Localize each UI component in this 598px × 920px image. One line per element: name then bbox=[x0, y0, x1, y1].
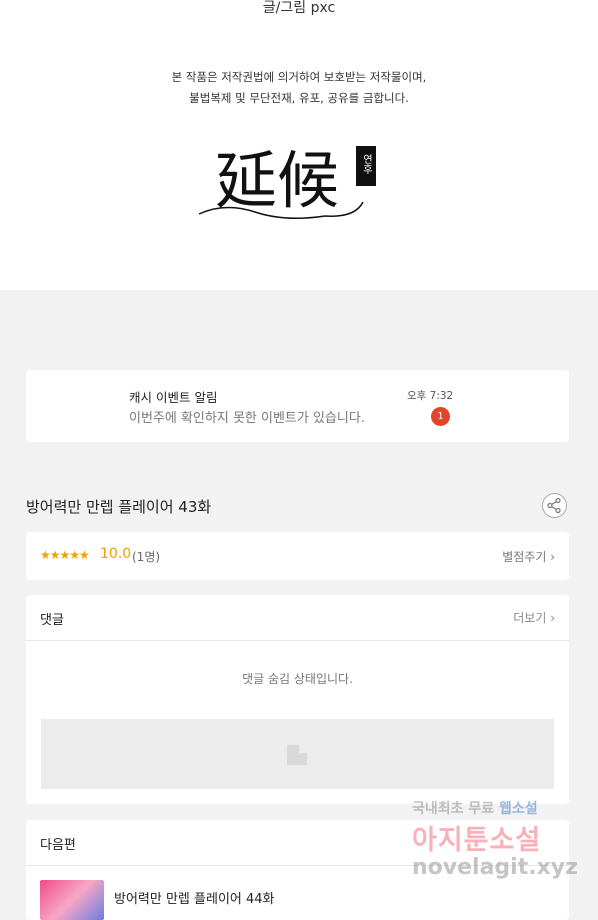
copyright-notice: 본 작품은 저작권법에 의거하여 보호받는 저작물이며, 불법복제 및 무단전재… bbox=[0, 67, 598, 109]
comments-hidden-message: 댓글 숨김 상태입니다. bbox=[242, 672, 353, 686]
author-credit: 글/그림 pxc bbox=[262, 0, 336, 16]
notification-message: 이번주에 확인하지 못한 이벤트가 있습니다. bbox=[129, 411, 365, 426]
next-episode-heading: 다음편 bbox=[40, 838, 76, 853]
logo-mark: 延候 연후 bbox=[198, 144, 376, 219]
logo-hanja: 延候 bbox=[215, 144, 339, 217]
star-rating-icon: ★★★★★ bbox=[40, 548, 90, 562]
watermark-line-1: 국내최초 무료 웹소설 bbox=[412, 798, 538, 818]
comments-heading: 댓글 bbox=[40, 613, 64, 628]
episode-title: 방어력만 만렙 플레이어 43화 bbox=[26, 498, 212, 516]
share-button[interactable] bbox=[542, 493, 567, 518]
rating-count: (1명) bbox=[132, 550, 161, 564]
share-icon bbox=[547, 497, 561, 514]
watermark-prefix: 국내최초 무료 bbox=[412, 801, 500, 817]
rating-card: ★★★★★ 10.0 (1명) 별점주기 › bbox=[26, 532, 569, 580]
rate-button[interactable]: 별점주기 › bbox=[502, 548, 555, 565]
notification-badge: 1 bbox=[431, 407, 450, 426]
copyright-section: 글/그림 pxc 본 작품은 저작권법에 의거하여 보호받는 저작물이며, 불법… bbox=[0, 0, 598, 290]
copyright-line-1: 본 작품은 저작권법에 의거하여 보호받는 저작물이며, bbox=[171, 70, 427, 84]
comments-card: 댓글 더보기 › 댓글 숨김 상태입니다. bbox=[26, 595, 569, 804]
watermark-highlight: 웹소설 bbox=[499, 801, 538, 817]
logo-hangul: 연후 bbox=[361, 154, 373, 175]
ad-placeholder bbox=[41, 719, 554, 789]
notification-card[interactable]: 캐시 이벤트 알림 이번주에 확인하지 못한 이벤트가 있습니다. 오후 7:3… bbox=[26, 370, 569, 442]
watermark-url: novelagit.xyz bbox=[412, 855, 578, 880]
watermark-line-2: 아지툰소설 bbox=[412, 825, 542, 856]
rating-score: 10.0 bbox=[100, 546, 132, 562]
watermark: 국내최초 무료 웹소설 아지툰소설 novelagit.xyz bbox=[412, 798, 592, 888]
next-episode-thumbnail[interactable] bbox=[40, 880, 104, 920]
divider bbox=[26, 640, 569, 641]
next-episode-title[interactable]: 방어력만 만렙 플레이어 44화 bbox=[114, 888, 275, 907]
notification-time: 오후 7:32 bbox=[407, 390, 454, 402]
series-logo: 延候 연후 bbox=[195, 132, 380, 224]
comments-more-button[interactable]: 더보기 › bbox=[513, 609, 555, 626]
notification-title: 캐시 이벤트 알림 bbox=[129, 390, 218, 405]
ad-placeholder-icon bbox=[287, 745, 307, 765]
copyright-line-2: 불법복제 및 무단전재, 유포, 공유를 금합니다. bbox=[189, 91, 409, 105]
